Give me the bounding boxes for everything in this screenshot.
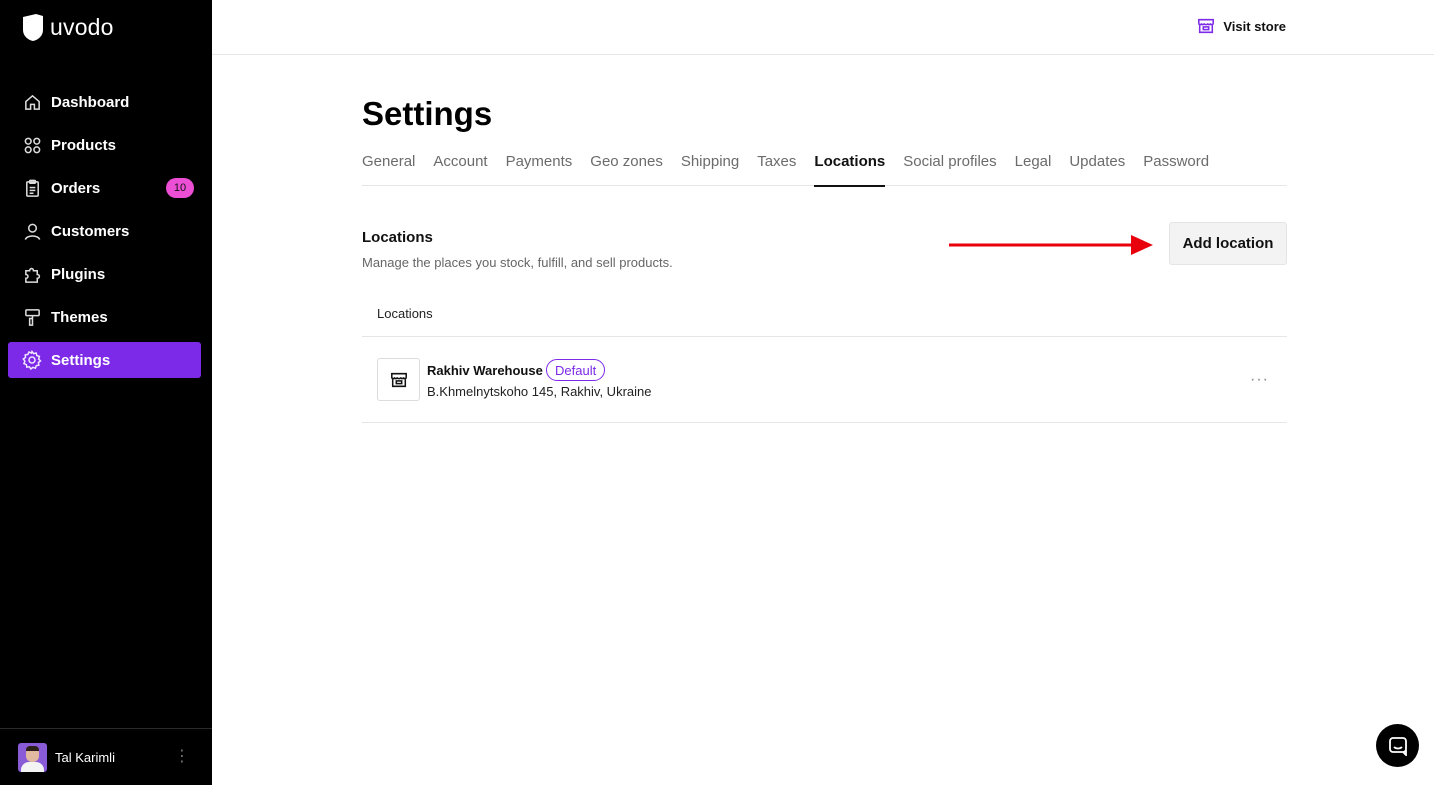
avatar (18, 742, 47, 772)
store-tile (377, 358, 420, 401)
location-address: B.Khmelnytskoho 145, Rakhiv, Ukraine (427, 384, 652, 399)
storefront-icon (390, 372, 407, 387)
paint-roller-icon (22, 307, 42, 327)
visit-store-label: Visit store (1223, 18, 1286, 34)
gear-icon (22, 350, 42, 370)
home-icon (22, 92, 42, 112)
default-badge: Default (546, 359, 606, 381)
sidebar-item-label: Plugins (51, 265, 106, 283)
tab-geo-zones[interactable]: Geo zones (590, 153, 663, 186)
table-row[interactable]: Rakhiv Warehouse Default B.Khmelnytskoho… (362, 337, 1287, 423)
tab-password[interactable]: Password (1143, 153, 1209, 186)
sidebar-item-settings[interactable]: Settings (8, 342, 201, 378)
tab-social-profiles[interactable]: Social profiles (903, 153, 996, 186)
visit-store-link[interactable]: Visit store (1197, 17, 1286, 35)
tab-locations[interactable]: Locations (814, 153, 885, 187)
sidebar-item-customers[interactable]: Customers (8, 213, 201, 249)
sidebar-item-label: Customers (51, 222, 130, 240)
sidebar-item-label: Orders (51, 179, 101, 197)
location-name: Rakhiv Warehouse (427, 363, 543, 378)
chat-launcher-button[interactable] (1376, 724, 1419, 767)
section-title: Locations (362, 229, 433, 246)
tab-legal[interactable]: Legal (1015, 153, 1052, 186)
table-header: Locations (362, 291, 1287, 337)
sidebar-nav: Dashboard Products Orders 10 Customers P… (8, 84, 201, 385)
topbar: Visit store (212, 0, 1434, 55)
tab-shipping[interactable]: Shipping (681, 153, 739, 186)
puzzle-icon (22, 264, 42, 284)
storefront-icon (1198, 18, 1215, 34)
vertical-dots-icon[interactable]: ⋮ (174, 749, 190, 765)
sidebar-item-plugins[interactable]: Plugins (8, 256, 201, 292)
tab-account[interactable]: Account (433, 153, 487, 186)
sidebar-item-label: Products (51, 136, 117, 154)
user-icon (22, 221, 42, 241)
sidebar-item-label: Settings (51, 351, 111, 369)
clipboard-icon (22, 178, 42, 198)
tab-taxes[interactable]: Taxes (757, 153, 796, 186)
sidebar-item-dashboard[interactable]: Dashboard (8, 84, 201, 120)
grid-icon (22, 135, 42, 155)
user-profile[interactable]: Tal Karimli ⋮ (0, 728, 212, 785)
tab-payments[interactable]: Payments (506, 153, 573, 186)
locations-table: Locations Rakhiv Warehouse Default B.Khm… (362, 291, 1287, 423)
logo-shield-icon (23, 14, 43, 41)
sidebar-item-themes[interactable]: Themes (8, 299, 201, 335)
annotation-arrow-icon (949, 235, 1153, 255)
tab-updates[interactable]: Updates (1069, 153, 1125, 186)
logo-text: uvodo (50, 14, 114, 40)
sidebar-item-label: Dashboard (51, 93, 130, 111)
section-description: Manage the places you stock, fulfill, an… (362, 255, 673, 270)
settings-tabs: General Account Payments Geo zones Shipp… (362, 153, 1287, 187)
user-name: Tal Karimli (55, 749, 115, 765)
more-options-icon[interactable]: ··· (1250, 371, 1269, 389)
sidebar-item-orders[interactable]: Orders 10 (8, 170, 201, 206)
add-location-button[interactable]: Add location (1169, 222, 1287, 265)
sidebar-item-label: Themes (51, 308, 108, 326)
chat-icon (1388, 736, 1407, 756)
page-title: Settings (362, 95, 493, 132)
sidebar-item-products[interactable]: Products (8, 127, 201, 163)
tab-general[interactable]: General (362, 153, 415, 186)
orders-count-badge: 10 (166, 178, 194, 198)
sidebar: uvodo Dashboard Products Orders 10 Custo… (0, 0, 212, 785)
logo[interactable]: uvodo (22, 14, 114, 41)
